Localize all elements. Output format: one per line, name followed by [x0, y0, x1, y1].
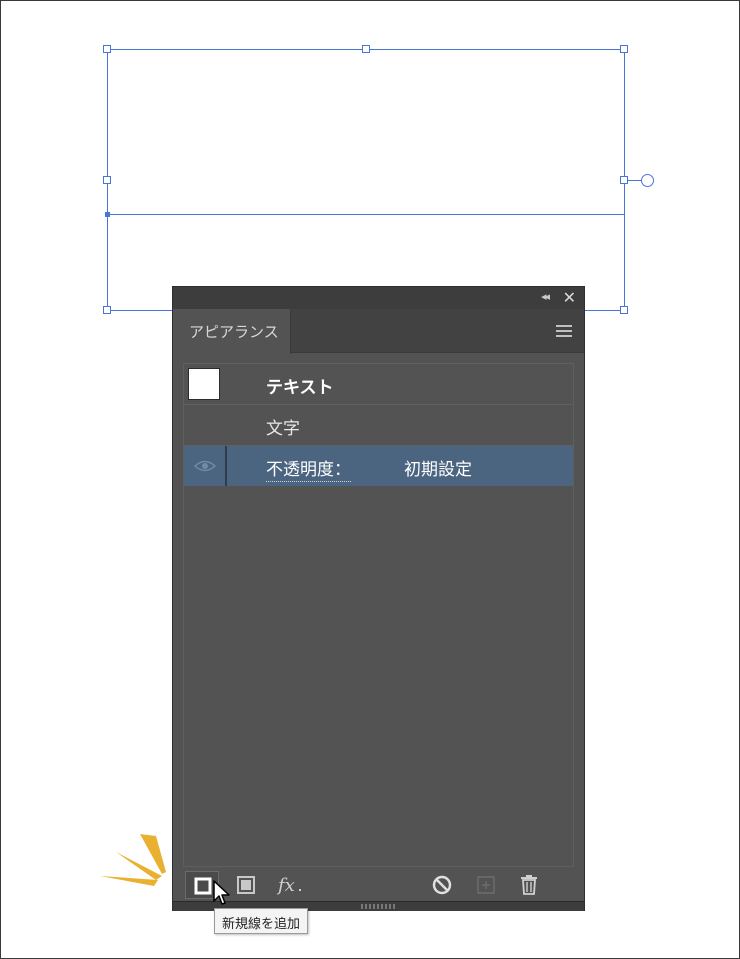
square-fill-icon: [237, 876, 255, 894]
fx-icon: fx: [276, 875, 301, 896]
plus-square-icon: [477, 876, 495, 894]
panel-tabbar: アピアランス: [173, 309, 584, 354]
hamburger-menu-icon[interactable]: [556, 325, 572, 337]
duplicate-item-button[interactable]: [469, 871, 503, 899]
handle-top-left[interactable]: [103, 45, 111, 53]
text-object-thumbnail: [188, 368, 220, 400]
close-icon[interactable]: ✕: [563, 288, 576, 307]
handle-top-right[interactable]: [620, 45, 628, 53]
no-icon: [432, 875, 452, 895]
handle-top-middle[interactable]: [362, 45, 370, 53]
clear-appearance-button[interactable]: [425, 871, 459, 899]
tab-appearance[interactable]: アピアランス: [173, 309, 291, 354]
mouse-cursor-icon: [213, 880, 230, 905]
appearance-row-text-object[interactable]: テキスト: [184, 364, 573, 404]
text-baseline: [107, 214, 625, 215]
opacity-value: 初期設定: [404, 460, 472, 480]
row-label-characters: 文字: [266, 419, 300, 439]
panel-titlebar[interactable]: ◂◂ ✕: [173, 287, 584, 309]
eye-icon[interactable]: [194, 458, 216, 474]
handle-bottom-left[interactable]: [103, 306, 111, 314]
handle-bottom-right[interactable]: [620, 306, 628, 314]
handle-middle-left[interactable]: [103, 176, 111, 184]
handle-middle-right[interactable]: [620, 176, 628, 184]
rotate-handle-stem: [628, 180, 642, 181]
tooltip: 新規線を追加: [214, 908, 309, 934]
delete-item-button[interactable]: [512, 871, 546, 899]
panel-bottom-toolbar: fx: [173, 867, 584, 901]
grip-dots: [361, 904, 395, 909]
appearance-list: テキスト 文字 不透明度： 初期設定: [183, 363, 574, 867]
opacity-link[interactable]: 不透明度：: [266, 455, 351, 482]
row-label-text-object: テキスト: [266, 378, 334, 398]
double-chevron-left-icon[interactable]: ◂◂: [541, 290, 550, 303]
tab-appearance-label: アピアランス: [189, 323, 279, 341]
add-new-fill-button[interactable]: [229, 871, 263, 899]
visibility-separator: [225, 446, 227, 486]
appearance-row-opacity[interactable]: 不透明度： 初期設定: [184, 446, 573, 486]
text-anchor-point: [105, 212, 110, 217]
svg-text:fx: fx: [276, 875, 295, 896]
appearance-panel: ◂◂ ✕ アピアランス テキスト 文字 不透明度： 初期設定 fx: [172, 286, 585, 911]
rotate-handle[interactable]: [641, 174, 654, 187]
trash-icon: [521, 875, 537, 895]
add-new-effect-button[interactable]: fx: [272, 871, 306, 899]
appearance-row-characters[interactable]: 文字: [184, 405, 573, 445]
highlight-burst-icon: [100, 834, 166, 886]
